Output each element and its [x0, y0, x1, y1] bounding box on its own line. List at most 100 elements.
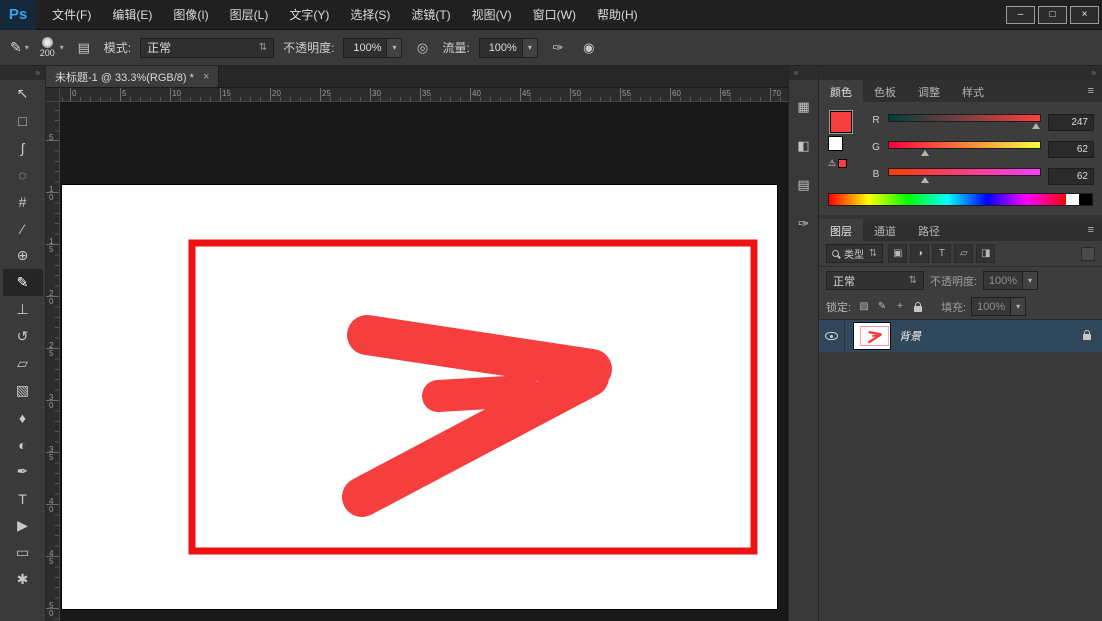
maximize-button[interactable]: □	[1038, 6, 1067, 24]
channel-slider-b[interactable]	[888, 168, 1041, 183]
path-selection-tool[interactable]: ▶	[3, 512, 43, 539]
channel-value-b[interactable]: 62	[1048, 168, 1094, 185]
menu-item-8[interactable]: 窗口(W)	[533, 6, 576, 23]
filter-type-layers-icon[interactable]: T	[932, 244, 951, 263]
chevron-down-icon[interactable]: ▾	[387, 38, 402, 58]
properties-panel-icon[interactable]: ◧	[792, 134, 816, 158]
spot-healing-brush-tool[interactable]: ⊕	[3, 242, 43, 269]
menu-item-3[interactable]: 图层(L)	[230, 6, 269, 23]
move-tool[interactable]: ↖	[3, 80, 43, 107]
panel-menu-icon[interactable]: ≡	[1080, 219, 1102, 241]
brush-tool[interactable]: ✎	[3, 269, 43, 296]
paint-mode-select[interactable]: 正常 ⇅	[140, 38, 274, 58]
lasso-tool[interactable]: ʃ	[3, 134, 43, 161]
blur-tool[interactable]: ♦	[3, 404, 43, 431]
spectrum-white-swatch[interactable]	[1066, 194, 1079, 205]
layers-tab-0[interactable]: 图层	[819, 219, 863, 241]
layer-filter-toggle[interactable]	[1081, 247, 1095, 261]
history-brush-tool[interactable]: ↺	[3, 323, 43, 350]
info-panel-icon[interactable]: ▤	[792, 173, 816, 197]
chevron-down-icon[interactable]: ▾	[1011, 297, 1026, 316]
slider-thumb[interactable]	[921, 177, 929, 183]
filter-shape-layers-icon[interactable]: ▱	[954, 244, 973, 263]
brush-panel-toggle-icon[interactable]: ▤	[73, 37, 95, 59]
color-tab-1[interactable]: 色板	[863, 80, 907, 102]
channel-slider-g[interactable]	[888, 141, 1041, 156]
chevron-down-icon[interactable]: ▾	[523, 38, 538, 58]
menu-item-5[interactable]: 选择(S)	[350, 6, 390, 23]
clone-stamp-tool[interactable]: ⊥	[3, 296, 43, 323]
channel-label: G	[871, 141, 881, 153]
spectrum-black-swatch[interactable]	[1079, 194, 1092, 205]
canvas[interactable]	[62, 185, 777, 609]
menu-item-7[interactable]: 视图(V)	[472, 6, 512, 23]
channel-value-g[interactable]: 62	[1048, 141, 1094, 158]
background-color-swatch[interactable]	[828, 136, 843, 151]
airbrush-icon[interactable]: ✑	[547, 37, 569, 59]
eraser-tool[interactable]: ▱	[3, 350, 43, 377]
layer-thumbnail[interactable]	[854, 323, 890, 349]
filter-adjustment-layers-icon[interactable]: ◑	[910, 244, 929, 263]
quick-selection-tool[interactable]: ◌	[3, 161, 43, 188]
layer-opacity-input[interactable]: 100% ▾	[983, 271, 1038, 290]
menu-item-4[interactable]: 文字(Y)	[289, 6, 329, 23]
gradient-tool[interactable]: ▧	[3, 377, 43, 404]
color-spectrum-bar[interactable]	[828, 193, 1093, 206]
close-button[interactable]: ×	[1070, 6, 1099, 24]
brush-size-picker[interactable]: 200 ▾	[38, 36, 64, 59]
hand-tool[interactable]: ✱	[3, 566, 43, 593]
menu-item-1[interactable]: 编辑(E)	[112, 6, 152, 23]
dodge-tool[interactable]: ◐	[3, 431, 43, 458]
pen-tool[interactable]: ✒	[3, 458, 43, 485]
slider-thumb[interactable]	[1032, 123, 1040, 129]
dock-collapse-icon[interactable]: »	[1092, 66, 1096, 80]
tablet-pressure-size-icon[interactable]: ◉	[578, 37, 600, 59]
layers-tab-2[interactable]: 路径	[907, 219, 951, 241]
menu-item-6[interactable]: 滤镜(T)	[411, 6, 450, 23]
menu-item-0[interactable]: 文件(F)	[52, 6, 91, 23]
layer-filter-type-select[interactable]: 类型 ⇅	[826, 244, 883, 263]
channel-label: R	[871, 114, 881, 126]
type-tool[interactable]: T	[3, 485, 43, 512]
slider-thumb[interactable]	[921, 150, 929, 156]
chevron-down-icon[interactable]: ▾	[1023, 271, 1038, 290]
tablet-pressure-opacity-icon[interactable]: ◎	[411, 37, 433, 59]
color-tab-3[interactable]: 样式	[951, 80, 995, 102]
flow-input[interactable]: 100% ▾	[479, 38, 538, 58]
document-tab[interactable]: 未标题-1 @ 33.3%(RGB/8) * ×	[46, 66, 219, 87]
eyedropper-tool[interactable]: ⁄	[3, 215, 43, 242]
ruler-label: 10	[172, 89, 181, 98]
layers-tab-1[interactable]: 通道	[863, 219, 907, 241]
opacity-input[interactable]: 100% ▾	[343, 38, 402, 58]
toolbar-collapse-icon[interactable]: »	[0, 66, 45, 80]
foreground-color-swatch[interactable]	[830, 111, 852, 133]
tool-preset-picker[interactable]: ✎ ▾	[10, 39, 29, 56]
menu-item-2[interactable]: 图像(I)	[173, 6, 208, 23]
channel-slider-r[interactable]	[888, 114, 1041, 129]
layer-row-background[interactable]: 背景	[819, 320, 1102, 352]
history-panel-icon[interactable]: ▦	[792, 95, 816, 119]
minimize-button[interactable]: –	[1006, 6, 1035, 24]
spectrum-gradient[interactable]	[829, 194, 1066, 205]
channel-value-r[interactable]: 247	[1048, 114, 1094, 131]
color-tab-2[interactable]: 调整	[907, 80, 951, 102]
layer-visibility-cell[interactable]	[819, 320, 845, 352]
menu-item-9[interactable]: 帮助(H)	[597, 6, 638, 23]
panel-menu-icon[interactable]: ≡	[1080, 80, 1102, 102]
rectangle-tool[interactable]: ▭	[3, 539, 43, 566]
rectangular-marquee-tool[interactable]: □	[3, 107, 43, 134]
layer-blend-mode-select[interactable]: 正常 ⇅	[826, 271, 924, 290]
gamut-warning[interactable]: ⚠	[828, 158, 847, 169]
filter-smart-objects-icon[interactable]: ◨	[976, 244, 995, 263]
lock-all-icon[interactable]	[910, 299, 926, 315]
brush-presets-panel-icon[interactable]: ✑	[792, 212, 816, 236]
layer-fill-input[interactable]: 100% ▾	[971, 297, 1026, 316]
color-tab-0[interactable]: 颜色	[819, 80, 863, 102]
filter-pixel-layers-icon[interactable]: ▣	[888, 244, 907, 263]
lock-transparency-icon[interactable]: ▨	[856, 299, 872, 315]
lock-position-icon[interactable]: +	[892, 299, 908, 315]
crop-tool[interactable]: #	[3, 188, 43, 215]
tab-close-icon[interactable]: ×	[203, 71, 209, 83]
lock-pixels-icon[interactable]: ✎	[874, 299, 890, 315]
strip-collapse-icon[interactable]: «	[789, 66, 818, 80]
